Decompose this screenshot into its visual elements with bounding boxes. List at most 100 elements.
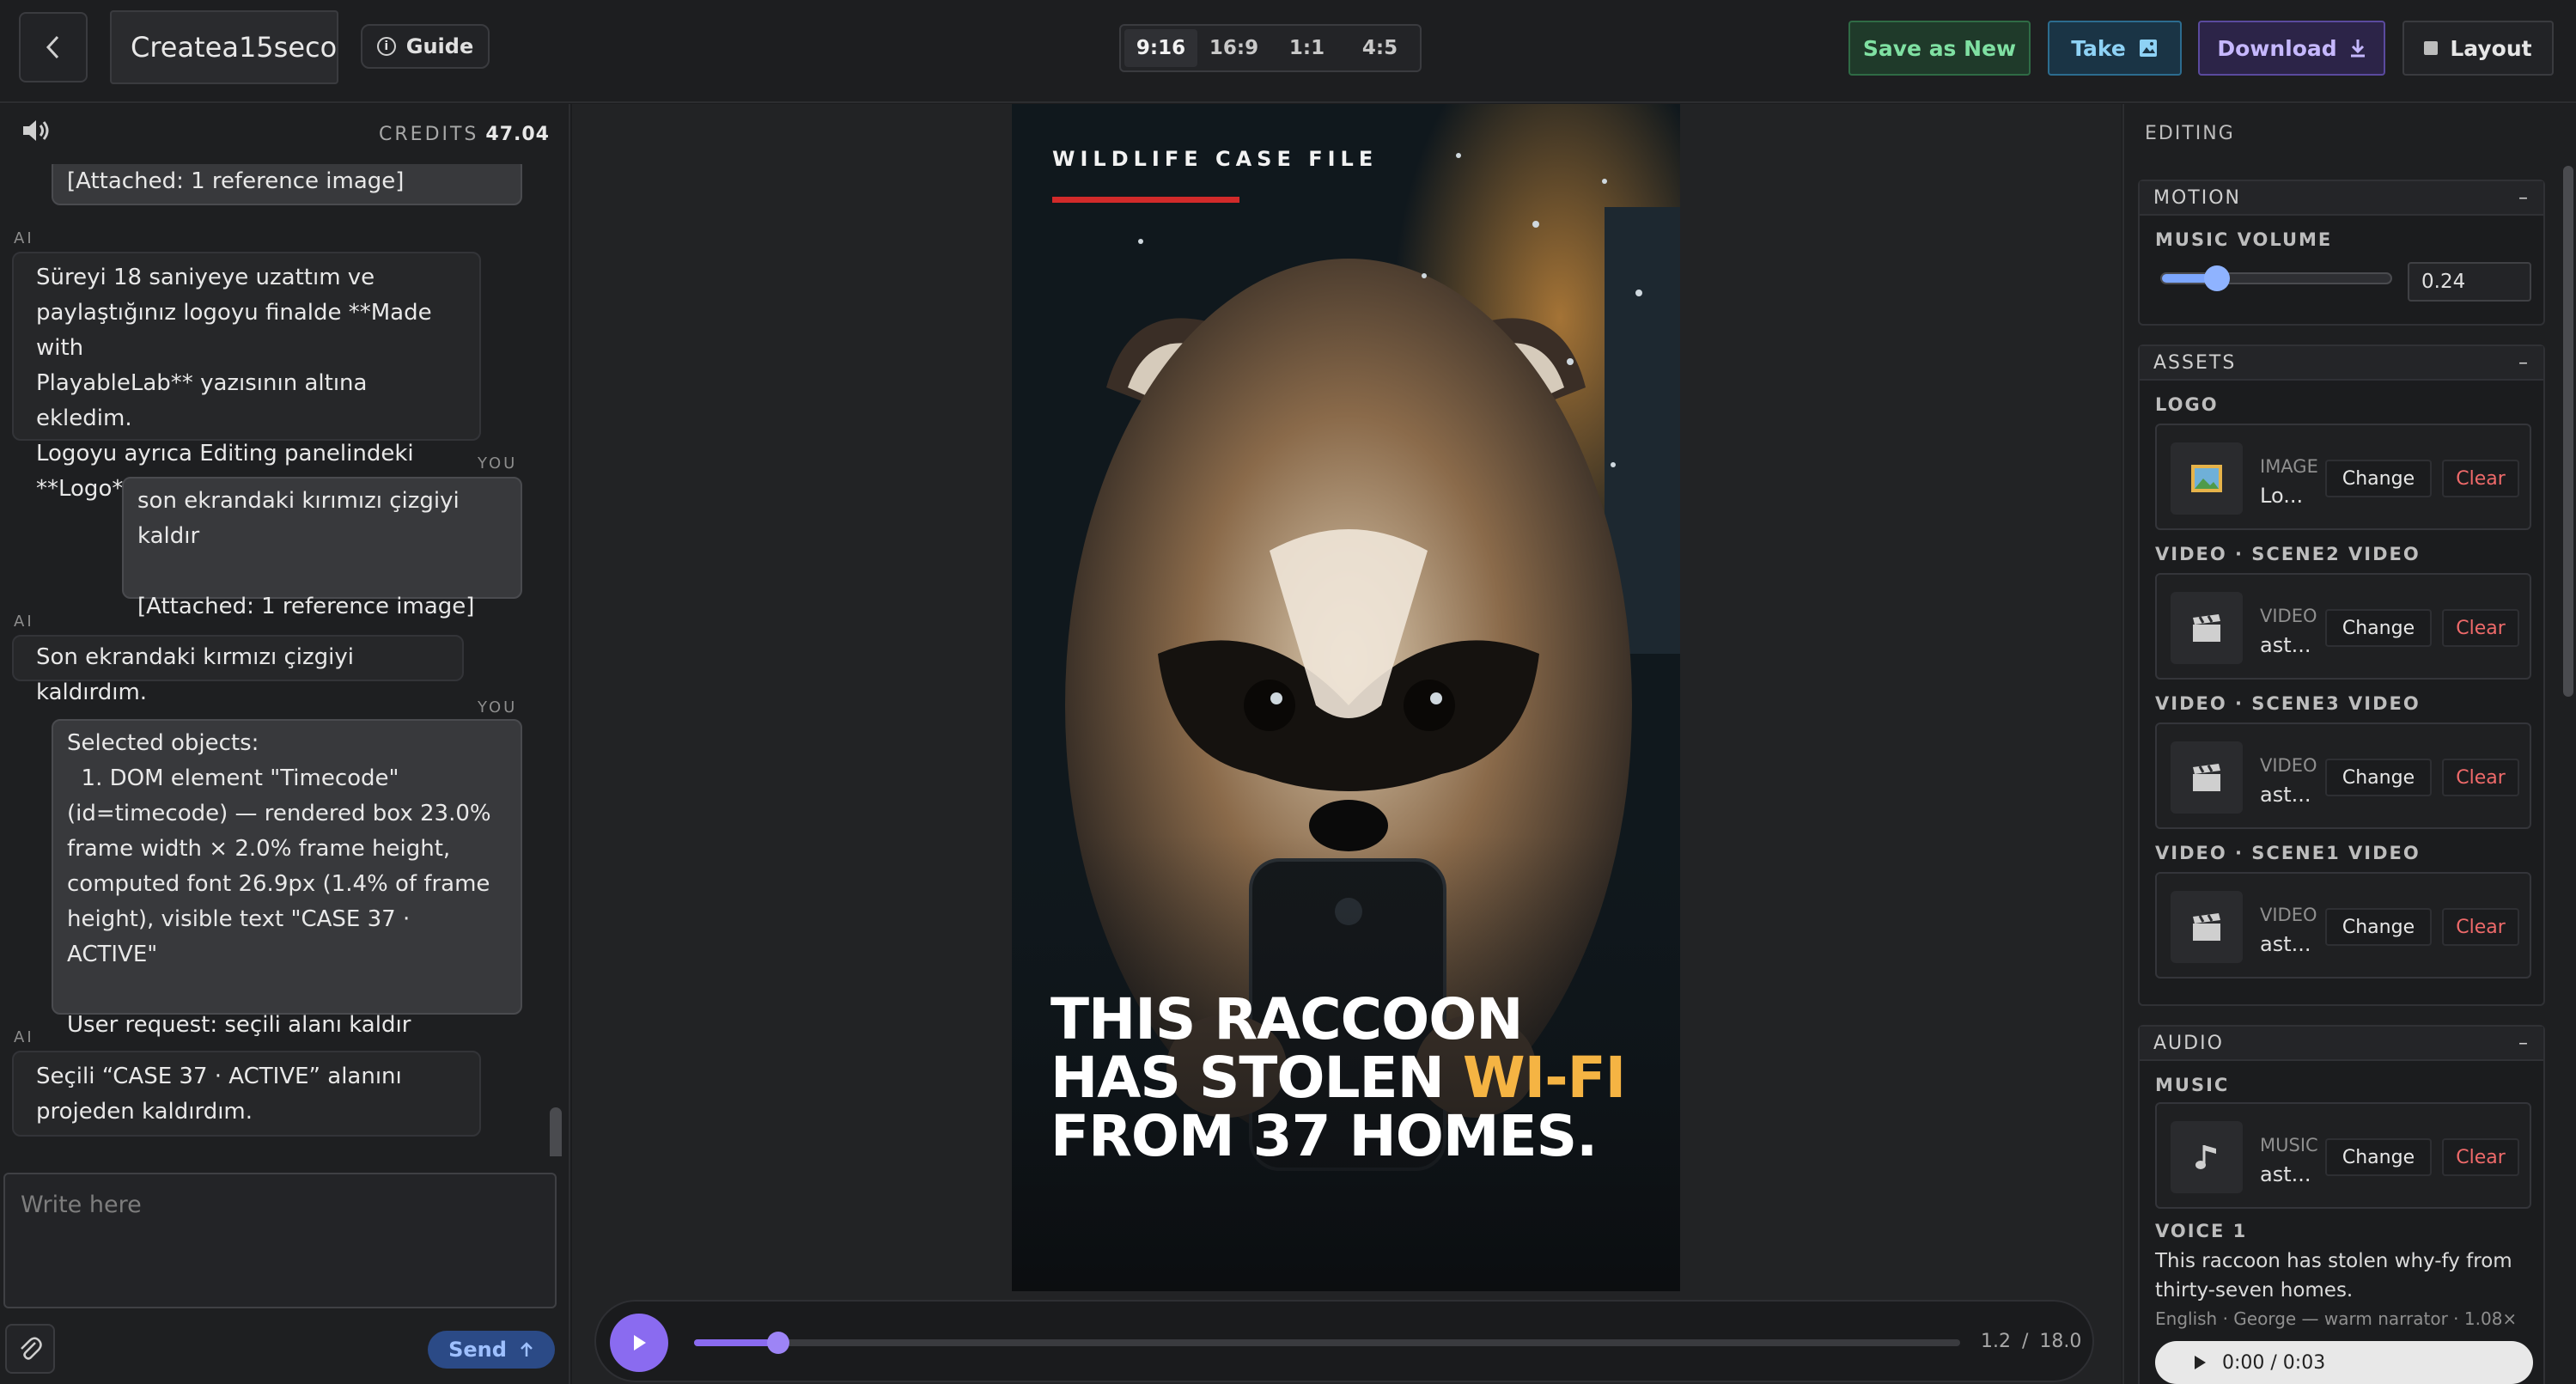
headline-line-2: HAS STOLEN WI-FI bbox=[1050, 1049, 1669, 1107]
asset-name: ast... bbox=[2260, 783, 2311, 807]
credits-value: 47.04 bbox=[485, 123, 550, 145]
download-button[interactable]: Download bbox=[2198, 21, 2385, 76]
asset-card-music: MUSIC ast... Change Clear bbox=[2155, 1102, 2531, 1209]
chat-message-user: Selected objects: 1. DOM element "Timeco… bbox=[52, 719, 522, 1038]
audio-header-label: AUDIO bbox=[2153, 1032, 2224, 1054]
message-role: AI bbox=[14, 229, 34, 247]
collapse-icon[interactable]: – bbox=[2518, 1033, 2530, 1054]
guide-label: Guide bbox=[405, 34, 474, 58]
asset-type: IMAGE bbox=[2260, 456, 2318, 477]
voice-label: VOICE 1 bbox=[2155, 1221, 2248, 1241]
headline-line-1: THIS RACCOON bbox=[1050, 986, 1524, 1052]
credits-display: CREDITS 47.04 bbox=[379, 124, 550, 145]
motion-header-label: MOTION bbox=[2153, 186, 2241, 209]
message-role: YOU bbox=[478, 454, 518, 473]
clear-button[interactable]: Clear bbox=[2442, 759, 2519, 796]
collapse-icon[interactable]: – bbox=[2518, 352, 2530, 374]
asset-card-scene2: VIDEO ast... Change Clear bbox=[2155, 573, 2531, 680]
timeline-track[interactable] bbox=[694, 1332, 1960, 1354]
editing-scrollbar[interactable] bbox=[2563, 166, 2573, 697]
music-volume-slider[interactable] bbox=[2160, 265, 2392, 291]
assets-header-label: ASSETS bbox=[2153, 351, 2237, 374]
clear-button[interactable]: Clear bbox=[2442, 609, 2519, 647]
change-button[interactable]: Change bbox=[2325, 1138, 2432, 1176]
headline-line-2a: HAS STOLEN bbox=[1050, 1045, 1463, 1111]
red-underline bbox=[1052, 197, 1239, 203]
headline-line-3: FROM 37 HOMES. bbox=[1050, 1103, 1598, 1169]
asset-type: VIDEO bbox=[2260, 606, 2317, 626]
arrow-up-icon bbox=[521, 1342, 533, 1357]
asset-card-logo: IMAGE Lo... Change Clear bbox=[2155, 424, 2531, 530]
clear-button[interactable]: Clear bbox=[2442, 908, 2519, 946]
layout-label: Layout bbox=[2450, 35, 2532, 61]
layout-button[interactable]: Layout bbox=[2402, 21, 2554, 76]
music-label: MUSIC bbox=[2155, 1075, 2230, 1095]
time-readout: 1.2 / 18.0 bbox=[1981, 1331, 2081, 1352]
ratio-1-1[interactable]: 1:1 bbox=[1270, 29, 1343, 67]
message-input[interactable]: Write here bbox=[3, 1173, 557, 1308]
motion-section: MOTION – MUSIC VOLUME 0.24 bbox=[2138, 180, 2545, 326]
ratio-4-5[interactable]: 4:5 bbox=[1343, 29, 1416, 67]
back-button[interactable] bbox=[19, 12, 88, 82]
voice-meta: English · George — warm narrator · 1.08× bbox=[2155, 1308, 2518, 1329]
asset-label-scene1: VIDEO · SCENE1 VIDEO bbox=[2155, 843, 2421, 863]
chevron-left-icon bbox=[46, 35, 59, 59]
chat-message-user: [Attached: 1 reference image] bbox=[52, 164, 522, 205]
asset-name: Lo... bbox=[2260, 484, 2304, 508]
change-button[interactable]: Change bbox=[2325, 759, 2432, 796]
message-role: AI bbox=[14, 613, 34, 631]
credits-label: CREDITS bbox=[379, 123, 479, 145]
send-button[interactable]: Send bbox=[428, 1331, 555, 1369]
info-icon: i bbox=[376, 37, 396, 56]
top-bar: Createa15seco i Guide 9:16 16:9 1:1 4:5 … bbox=[0, 0, 2576, 103]
send-label: Send bbox=[448, 1338, 507, 1362]
audio-time: 0:00 / 0:03 bbox=[2222, 1351, 2326, 1374]
video-preview-frame[interactable]: WILDLIFE CASE FILE THIS RACCOON HAS STOL… bbox=[1012, 104, 1680, 1291]
playback-bar: 1.2 / 18.0 bbox=[594, 1300, 2094, 1382]
music-volume-input[interactable]: 0.24 bbox=[2408, 262, 2531, 302]
asset-label-logo: LOGO bbox=[2155, 394, 2219, 415]
motion-section-header[interactable]: MOTION – bbox=[2140, 181, 2543, 216]
clapperboard-icon bbox=[2171, 592, 2243, 664]
take-label: Take bbox=[2071, 35, 2126, 61]
chat-scrollbar[interactable] bbox=[550, 1107, 562, 1156]
collapse-icon[interactable]: – bbox=[2518, 187, 2530, 209]
clear-button[interactable]: Clear bbox=[2442, 1138, 2519, 1176]
download-icon bbox=[2350, 40, 2365, 58]
change-button[interactable]: Change bbox=[2325, 908, 2432, 946]
time-separator: / bbox=[2022, 1331, 2029, 1352]
audio-player: 0:00 / 0:03 bbox=[2155, 1341, 2533, 1384]
asset-type: VIDEO bbox=[2260, 755, 2317, 776]
speaker-icon[interactable] bbox=[21, 118, 52, 150]
volume-knob[interactable] bbox=[2203, 265, 2230, 291]
asset-card-scene1: VIDEO ast... Change Clear bbox=[2155, 872, 2531, 979]
message-role: YOU bbox=[478, 698, 518, 716]
download-label: Download bbox=[2217, 35, 2337, 61]
take-button[interactable]: Take bbox=[2048, 21, 2182, 76]
image-icon bbox=[2171, 442, 2243, 515]
assets-section-header[interactable]: ASSETS – bbox=[2140, 346, 2543, 381]
music-volume-label: MUSIC VOLUME bbox=[2155, 229, 2333, 250]
app-root: Createa15seco i Guide 9:16 16:9 1:1 4:5 … bbox=[0, 0, 2576, 1384]
audio-section-header[interactable]: AUDIO – bbox=[2140, 1027, 2543, 1061]
change-button[interactable]: Change bbox=[2325, 460, 2432, 497]
project-title-input[interactable]: Createa15seco bbox=[110, 10, 338, 84]
headline-accent: WI-FI bbox=[1462, 1045, 1626, 1111]
ratio-9-16[interactable]: 9:16 bbox=[1124, 29, 1197, 67]
asset-type: VIDEO bbox=[2260, 905, 2317, 925]
guide-button[interactable]: i Guide bbox=[361, 24, 490, 69]
play-icon bbox=[634, 1335, 646, 1350]
clear-button[interactable]: Clear bbox=[2442, 460, 2519, 497]
editing-panel: EDITING MOTION – MUSIC VOLUME 0.24 ASSET… bbox=[2122, 104, 2576, 1384]
attach-button[interactable] bbox=[5, 1324, 55, 1374]
play-icon[interactable] bbox=[2193, 1355, 2207, 1370]
asset-name: ast... bbox=[2260, 1162, 2311, 1186]
change-button[interactable]: Change bbox=[2325, 609, 2432, 647]
timeline-scrubber[interactable] bbox=[767, 1332, 790, 1354]
ratio-16-9[interactable]: 16:9 bbox=[1197, 29, 1270, 67]
save-as-new-label: Save as New bbox=[1862, 35, 2017, 61]
music-note-icon bbox=[2171, 1121, 2243, 1193]
save-as-new-button[interactable]: Save as New bbox=[1848, 21, 2031, 76]
total-time: 18.0 bbox=[2039, 1331, 2082, 1352]
play-button[interactable] bbox=[610, 1314, 668, 1372]
